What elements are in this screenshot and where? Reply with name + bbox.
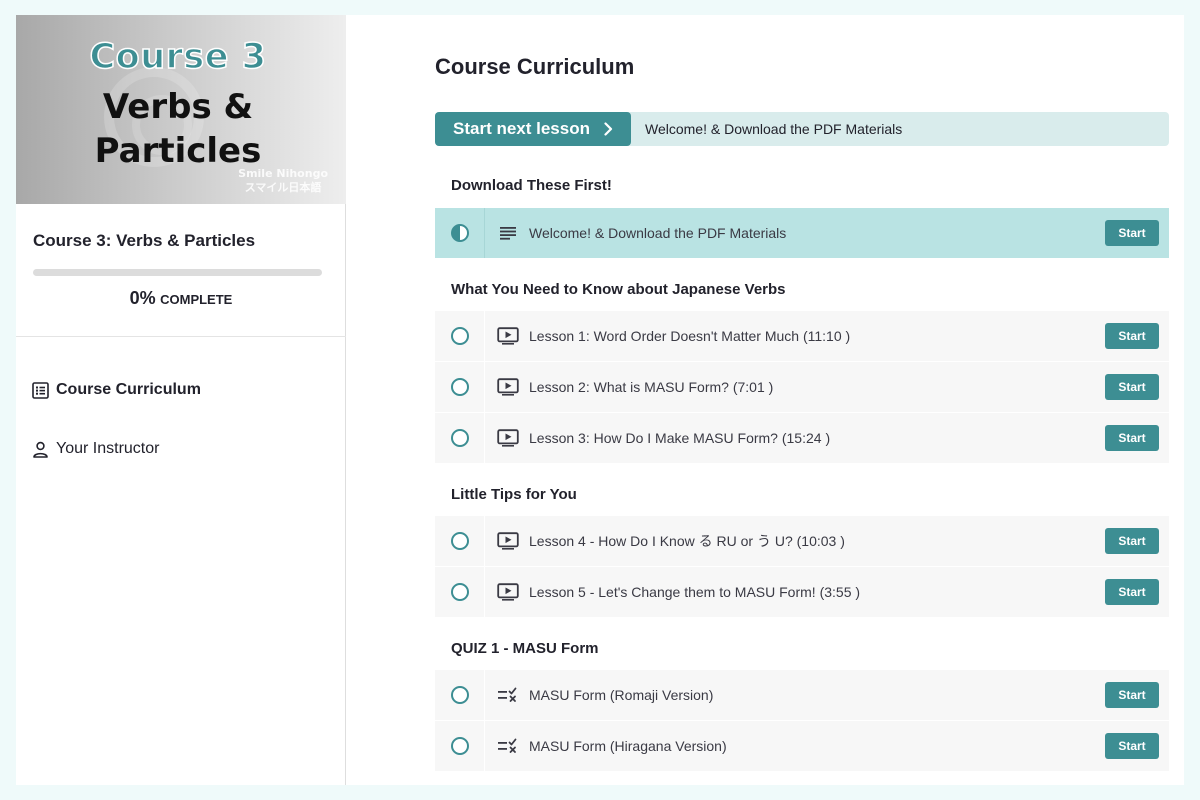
user-icon: [33, 441, 48, 458]
section-title: What You Need to Know about Japanese Ver…: [451, 281, 786, 298]
sidebar-item-course-curriculum[interactable]: Course Curriculum: [32, 378, 201, 402]
start-lesson-button[interactable]: Start: [1105, 323, 1159, 349]
sidebar-item-your-instructor[interactable]: Your Instructor: [32, 437, 159, 461]
start-lesson-button[interactable]: Start: [1105, 425, 1159, 451]
text-lesson-icon: [497, 223, 519, 243]
quiz-icon: [497, 736, 519, 756]
lesson-row[interactable]: Lesson 5 - Let's Change them to MASU For…: [435, 567, 1169, 617]
course-banner-image: Course 3 Verbs & Particles Smile Nihongo…: [16, 15, 346, 204]
half-complete-status-icon: [450, 224, 469, 242]
progress-percent: 0%: [129, 288, 156, 308]
start-lesson-button[interactable]: Start: [1105, 579, 1159, 605]
not-started-status-icon: [450, 686, 469, 704]
lesson-title: Lesson 2: What is MASU Form? (7:01 ): [529, 379, 774, 395]
lesson-status: [435, 516, 485, 566]
next-lesson-name: Welcome! & Download the PDF Materials: [645, 121, 903, 137]
lesson-title: Welcome! & Download the PDF Materials: [529, 225, 787, 241]
lesson-row[interactable]: Lesson 1: Word Order Doesn't Matter Much…: [435, 311, 1169, 361]
lesson-status: [435, 721, 485, 771]
lesson-row[interactable]: Welcome! & Download the PDF Materials St…: [435, 208, 1169, 258]
progress-complete-word: complete: [160, 292, 233, 307]
video-lesson-icon: [497, 377, 519, 397]
banner-course-number: Course 3: [89, 36, 267, 78]
lesson-title: MASU Form (Hiragana Version): [529, 738, 727, 754]
lesson-status: [435, 413, 485, 463]
quiz-icon: [497, 685, 519, 705]
app-frame: Course 3 Verbs & Particles Smile Nihongo…: [16, 15, 1184, 785]
start-next-lesson-button[interactable]: Start next lesson: [435, 112, 631, 146]
sidebar-item-label: Your Instructor: [56, 440, 160, 457]
banner-brand-line1: Smile Nihongo: [238, 167, 328, 180]
section-title: Little Tips for You: [451, 486, 577, 503]
video-lesson-icon: [497, 582, 519, 602]
curriculum-main: Course Curriculum Start next lesson Welc…: [435, 15, 1170, 785]
lesson-row[interactable]: MASU Form (Romaji Version) Start: [435, 670, 1169, 720]
start-lesson-button[interactable]: Start: [1105, 374, 1159, 400]
lesson-status: [435, 670, 485, 720]
lesson-title: Lesson 5 - Let's Change them to MASU For…: [529, 584, 861, 600]
video-lesson-icon: [497, 428, 519, 448]
course-progress-label: 0% complete: [16, 288, 346, 309]
start-lesson-button[interactable]: Start: [1105, 528, 1159, 554]
sidebar: Course 3 Verbs & Particles Smile Nihongo…: [16, 15, 346, 785]
lesson-row[interactable]: Lesson 3: How Do I Make MASU Form? (15:2…: [435, 413, 1169, 463]
not-started-status-icon: [450, 737, 469, 755]
lesson-title: Lesson 3: How Do I Make MASU Form? (15:2…: [529, 430, 831, 446]
video-lesson-icon: [497, 326, 519, 346]
sidebar-divider: [16, 336, 346, 337]
start-lesson-button[interactable]: Start: [1105, 733, 1159, 759]
lesson-row[interactable]: Lesson 2: What is MASU Form? (7:01 ) Sta…: [435, 362, 1169, 412]
lesson-title: Lesson 4 - How Do I Know る RU or う U? (1…: [529, 533, 845, 549]
page-title: Course Curriculum: [435, 54, 635, 79]
chevron-right-icon: [604, 122, 613, 136]
list-icon: [32, 381, 49, 399]
start-next-lesson-label: Start next lesson: [453, 119, 590, 138]
lesson-row[interactable]: Lesson 4 - How Do I Know る RU or う U? (1…: [435, 516, 1169, 566]
section-title: QUIZ 1 - MASU Form: [451, 640, 599, 657]
lesson-row[interactable]: MASU Form (Hiragana Version) Start: [435, 721, 1169, 771]
start-lesson-button[interactable]: Start: [1105, 220, 1159, 246]
banner-brand-line2: スマイル日本語: [244, 181, 322, 194]
section-title: Download These First!: [451, 177, 612, 194]
not-started-status-icon: [450, 378, 469, 396]
lesson-title: MASU Form (Romaji Version): [529, 687, 714, 703]
lesson-status: [435, 311, 485, 361]
lesson-status: [435, 208, 485, 258]
course-progress-bar: [33, 269, 322, 276]
not-started-status-icon: [450, 429, 469, 447]
sidebar-item-label: Course Curriculum: [56, 381, 201, 398]
banner-brand: Smile Nihongo スマイル日本語: [238, 167, 328, 195]
course-title: Course 3: Verbs & Particles: [33, 231, 256, 250]
banner-title: Verbs & Particles: [16, 85, 340, 173]
lesson-title: Lesson 1: Word Order Doesn't Matter Much…: [529, 328, 851, 344]
start-lesson-button[interactable]: Start: [1105, 682, 1159, 708]
not-started-status-icon: [450, 327, 469, 345]
next-lesson-bar: Start next lesson Welcome! & Download th…: [435, 112, 1169, 146]
not-started-status-icon: [450, 532, 469, 550]
video-lesson-icon: [497, 531, 519, 551]
lesson-status: [435, 567, 485, 617]
not-started-status-icon: [450, 583, 469, 601]
lesson-status: [435, 362, 485, 412]
banner-title-line1: Verbs &: [102, 87, 254, 127]
